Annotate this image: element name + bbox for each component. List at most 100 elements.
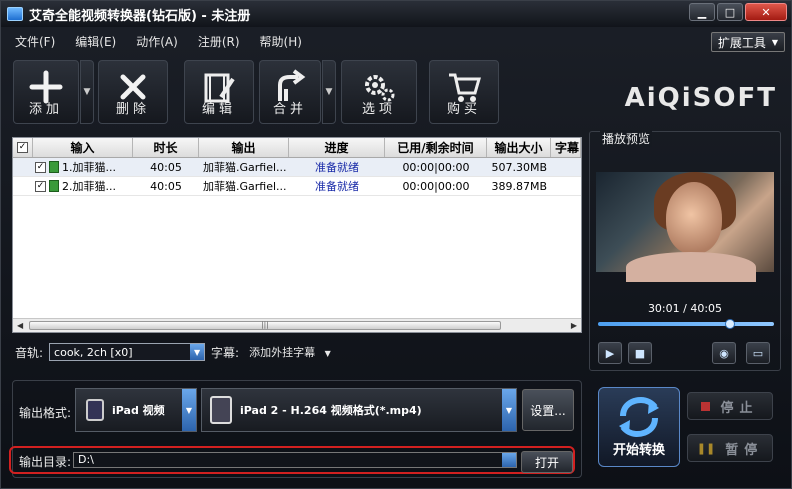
horizontal-scrollbar[interactable]: ◀ ||| ▶ xyxy=(13,318,581,332)
subtitle-select[interactable]: 添加外挂字幕 ▼ xyxy=(249,344,331,360)
row-input: 2.加菲猫... xyxy=(62,180,116,193)
close-button[interactable]: ✕ xyxy=(745,3,787,21)
col-input[interactable]: 输入 xyxy=(33,138,133,157)
menu-file[interactable]: 文件(F) xyxy=(15,33,55,50)
gear-icon xyxy=(365,75,395,102)
output-dir-input[interactable]: D:\ xyxy=(73,452,517,468)
output-dir-label: 输出目录: xyxy=(19,455,72,469)
start-convert-label: 开始转换 xyxy=(612,443,665,458)
open-dir-button[interactable]: 打开 xyxy=(521,451,573,473)
stop-preview-button[interactable]: ■ xyxy=(628,342,652,364)
chevron-down-icon: ▼ xyxy=(190,344,205,360)
film-edit-icon xyxy=(204,73,235,103)
snapshot-button[interactable]: ◉ xyxy=(712,342,736,364)
row-output: 加菲猫.Garfiel... xyxy=(203,161,287,174)
row-progress: 准备就绪 xyxy=(315,161,359,174)
row-duration: 40:05 xyxy=(150,179,182,193)
merge-button[interactable]: 合并 xyxy=(259,60,321,124)
scrollbar-thumb[interactable]: ||| xyxy=(29,321,501,330)
subtitle-value: 添加外挂字幕 xyxy=(249,346,316,359)
row-progress: 准备就绪 xyxy=(315,180,359,193)
menu-edit[interactable]: 编辑(E) xyxy=(75,33,116,50)
playback-time: 30:01 / 40:05 xyxy=(647,302,723,315)
add-dropdown-arrow[interactable]: ▼ xyxy=(80,60,94,124)
format-category-value: iPad 视频 xyxy=(112,404,165,417)
chevron-down-icon: ▼ xyxy=(324,349,331,358)
col-size[interactable]: 输出大小 xyxy=(487,138,551,157)
start-convert-button[interactable]: 开始转换 xyxy=(598,387,680,467)
table-header: ✓ 输入 时长 输出 进度 已用/剩余时间 输出大小 字幕 xyxy=(13,138,581,158)
stop-square-icon xyxy=(701,401,711,411)
seek-handle[interactable] xyxy=(724,319,735,329)
format-category-select[interactable]: iPad 视频 ▼ xyxy=(75,388,197,432)
preview-title: 播放预览 xyxy=(600,130,653,147)
maximize-button[interactable]: □ xyxy=(717,3,743,21)
settings-button[interactable]: 设置... xyxy=(522,389,574,431)
extend-tools-button[interactable]: 扩展工具 ▼ xyxy=(711,32,785,52)
menu-register[interactable]: 注册(R) xyxy=(198,33,240,50)
chevron-down-icon xyxy=(502,453,516,467)
pause-button[interactable]: ❚❚ 暂停 xyxy=(687,434,773,462)
film-icon xyxy=(49,161,59,173)
film-icon xyxy=(49,180,59,192)
pause-label: 暂停 xyxy=(725,442,764,458)
open-folder-button[interactable]: ▭ xyxy=(746,342,770,364)
col-duration[interactable]: 时长 xyxy=(133,138,199,157)
col-progress[interactable]: 进度 xyxy=(289,138,385,157)
table-row[interactable]: ✓ 2.加菲猫... 40:05 加菲猫.Garfiel... 准备就绪 00:… xyxy=(13,177,581,196)
menu-bar: 文件(F) 编辑(E) 动作(A) 注册(R) 帮助(H) xyxy=(1,29,791,53)
row-input: 1.加菲猫... xyxy=(62,161,116,174)
output-dir-value: D:\ xyxy=(78,453,94,466)
format-select[interactable]: iPad 2 - H.264 视频格式(*.mp4) ▼ xyxy=(201,388,517,432)
minimize-button[interactable]: ▁ xyxy=(689,3,715,21)
scroll-left-icon[interactable]: ◀ xyxy=(17,321,23,330)
shopping-cart-icon xyxy=(449,73,481,102)
options-button[interactable]: 选项 xyxy=(341,60,417,124)
scroll-right-icon[interactable]: ▶ xyxy=(571,321,577,330)
stop-button[interactable]: 停止 xyxy=(687,392,773,420)
edit-button[interactable]: 编辑 xyxy=(184,60,254,124)
merge-dropdown-arrow[interactable]: ▼ xyxy=(322,60,336,124)
video-frame[interactable] xyxy=(596,172,774,282)
ipad-icon xyxy=(86,399,104,421)
audio-track-row: 音轨: cook, 2ch [x0] ▼ 字幕: 添加外挂字幕 ▼ xyxy=(15,342,331,362)
stop-icon: ■ xyxy=(634,346,646,360)
col-subtitle[interactable]: 字幕 xyxy=(551,138,581,157)
row-checkbox[interactable]: ✓ xyxy=(35,180,46,192)
col-time[interactable]: 已用/剩余时间 xyxy=(385,138,487,157)
audio-label: 音轨: xyxy=(15,345,44,360)
delete-x-icon xyxy=(120,74,146,100)
row-size: 389.87MB xyxy=(491,179,547,193)
select-all-checkbox[interactable]: ✓ xyxy=(13,138,33,157)
main-window: 艾奇全能视频转换器(钻石版) - 未注册 ▁ □ ✕ 文件(F) 编辑(E) 动… xyxy=(0,0,792,489)
camera-icon: ◉ xyxy=(719,346,729,360)
buy-button[interactable]: 购买 xyxy=(429,60,499,124)
menu-help[interactable]: 帮助(H) xyxy=(260,33,302,50)
preview-panel: 播放预览 30:01 / 40:05 ▶ ■ ◉ ▭ xyxy=(589,130,781,371)
app-icon xyxy=(7,7,23,21)
file-list: ✓ 输入 时长 输出 进度 已用/剩余时间 输出大小 字幕 ✓ 1.加菲猫...… xyxy=(12,137,582,333)
extend-tools-label: 扩展工具 xyxy=(717,35,766,50)
col-output[interactable]: 输出 xyxy=(199,138,289,157)
row-duration: 40:05 xyxy=(150,160,182,174)
convert-arrows-icon xyxy=(619,396,659,438)
chevron-down-icon: ▼ xyxy=(182,389,196,431)
plus-icon xyxy=(29,70,63,104)
chevron-down-icon: ▼ xyxy=(502,389,516,431)
pause-icon: ❚❚ xyxy=(696,441,716,455)
merge-arrow-icon xyxy=(278,69,306,101)
play-button[interactable]: ▶ xyxy=(598,342,622,364)
menu-action[interactable]: 动作(A) xyxy=(136,33,178,50)
stop-label: 停止 xyxy=(720,400,759,416)
format-value: iPad 2 - H.264 视频格式(*.mp4) xyxy=(240,404,422,417)
delete-button[interactable]: 删除 xyxy=(98,60,168,124)
brand-logo: AiQiSOFT xyxy=(624,83,777,113)
row-time: 00:00|00:00 xyxy=(402,160,470,174)
folder-icon: ▭ xyxy=(752,346,764,360)
add-button[interactable]: 添加 xyxy=(13,60,79,124)
seek-bar[interactable] xyxy=(598,319,774,329)
table-row[interactable]: ✓ 1.加菲猫... 40:05 加菲猫.Garfiel... 准备就绪 00:… xyxy=(13,158,581,177)
row-checkbox[interactable]: ✓ xyxy=(35,161,46,173)
audio-track-select[interactable]: cook, 2ch [x0] ▼ xyxy=(49,343,206,361)
play-icon: ▶ xyxy=(605,346,615,360)
